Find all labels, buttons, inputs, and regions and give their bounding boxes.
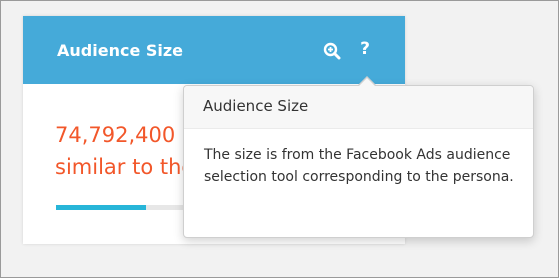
tooltip-title: Audience Size [203,97,309,115]
progress-bar-fill [56,205,146,210]
zoom-in-icon[interactable] [323,42,341,60]
card-header: Audience Size ? [23,16,405,84]
audience-size-subtext: similar to the persona [55,155,195,179]
tooltip-body: The size is from the Facebook Ads audien… [204,147,514,185]
audience-size-value: 74,792,400 [55,123,176,147]
card-title: Audience Size [57,41,184,60]
help-icon[interactable]: ? [359,39,371,59]
page-frame: Audience Size ? 74,792,400 similar to th… [0,0,559,278]
tooltip-header: Audience Size [184,86,533,129]
zoom-in-icon-graphic [323,42,341,60]
stat-block: 74,792,400 similar to the persona [55,119,195,189]
tooltip-popover: Audience Size The size is from the Faceb… [183,76,534,238]
